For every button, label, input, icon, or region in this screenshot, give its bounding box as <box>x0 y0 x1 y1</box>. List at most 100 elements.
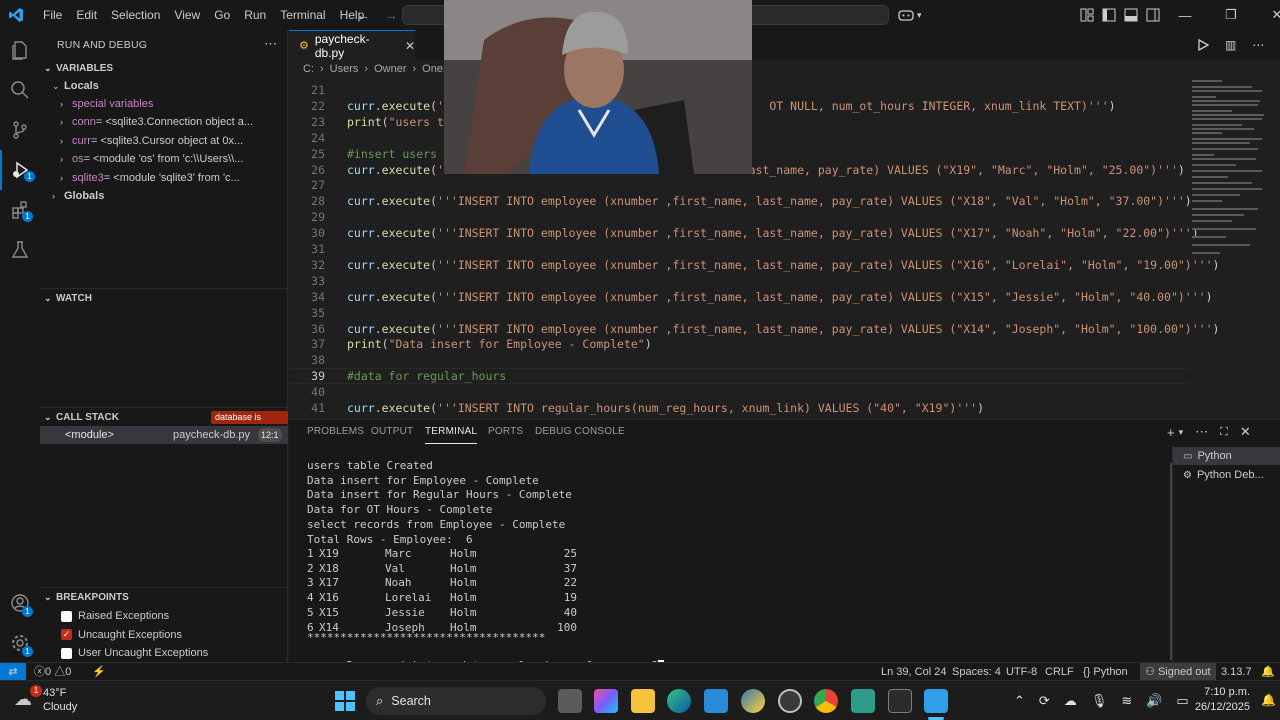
menu-terminal[interactable]: Terminal <box>273 0 332 30</box>
menu-selection[interactable]: Selection <box>104 0 167 30</box>
wifi-icon[interactable]: ≋ <box>1121 693 1132 709</box>
end-of-line[interactable]: CRLF <box>1045 663 1074 681</box>
taskbar-search[interactable]: ⌕ Search <box>366 687 546 715</box>
notification-center-icon[interactable]: 🔔 <box>1261 693 1276 707</box>
manage-gear-icon[interactable]: 1 <box>0 623 40 663</box>
menu-go[interactable]: Go <box>207 0 237 30</box>
more-actions-icon[interactable]: ⋯ <box>264 36 277 52</box>
breadcrumb-item[interactable]: Users <box>330 63 359 75</box>
testing-icon[interactable] <box>0 230 40 270</box>
breakpoint-checkbox[interactable]: ✓ <box>61 629 72 640</box>
terminal-instance[interactable]: ⚙ Python Deb... <box>1173 466 1280 484</box>
panel-tab-ports[interactable]: PORTS <box>488 420 523 444</box>
breakpoint-checkbox[interactable] <box>61 647 72 659</box>
new-terminal-icon[interactable]: + <box>1167 425 1175 440</box>
copilot-app-icon[interactable] <box>594 689 618 713</box>
encoding[interactable]: UTF-8 <box>1006 663 1037 681</box>
tab-paycheck-db[interactable]: ⚙ paycheck-db.py ✕ <box>289 30 415 60</box>
python-app-icon[interactable] <box>741 689 765 713</box>
sync-icon[interactable]: ⟳ <box>1039 693 1050 709</box>
globals-scope[interactable]: › Globals <box>40 187 288 205</box>
variable-row[interactable]: › sqlite3 = <module 'sqlite3' from 'c... <box>40 169 288 187</box>
close-panel-icon[interactable]: ✕ <box>1240 424 1251 440</box>
language-mode[interactable]: {} Python <box>1083 663 1128 681</box>
menu-view[interactable]: View <box>167 0 207 30</box>
menu-edit[interactable]: Edit <box>69 0 104 30</box>
toggle-sidebar-icon[interactable] <box>1102 8 1116 22</box>
breakpoint-row[interactable]: Raised Exceptions <box>40 607 288 625</box>
remote-indicator-icon[interactable]: ⇄ <box>0 663 26 681</box>
panel-tab-output[interactable]: OUTPUT <box>371 420 413 444</box>
accounts-icon[interactable]: 1 <box>0 583 40 623</box>
file-explorer-icon[interactable] <box>631 689 655 713</box>
weather-widget[interactable]: ☁ 1 43°F Cloudy <box>12 685 102 717</box>
breakpoints-section-header[interactable]: ⌄ BREAKPOINTS <box>40 587 288 607</box>
panel-tab-debug-console[interactable]: DEBUG CONSOLE <box>535 420 625 444</box>
store-icon[interactable] <box>704 689 728 713</box>
breakpoint-checkbox[interactable] <box>61 610 72 622</box>
edge-browser-icon[interactable] <box>667 689 691 713</box>
terminal-instance[interactable]: ▭ Python <box>1173 447 1280 465</box>
microphone-icon[interactable]: 🎙 <box>1091 693 1108 709</box>
copilot-icon[interactable]: ▾ <box>898 0 922 30</box>
breadcrumb-item[interactable]: C: <box>303 63 314 75</box>
clock[interactable]: 7:10 p.m. 26/12/2025 <box>1190 685 1250 715</box>
call-stack-section-header[interactable]: ⌄ CALL STACK database is locked <box>40 407 288 435</box>
variable-row[interactable]: › curr = <sqlite3.Cursor object at 0x... <box>40 132 288 150</box>
notifications-bell-icon[interactable]: 🔔 <box>1261 663 1275 681</box>
close-tab-icon[interactable]: ✕ <box>405 39 415 53</box>
menu-run[interactable]: Run <box>237 0 273 30</box>
indentation[interactable]: Spaces: 4 <box>952 663 1001 681</box>
settings-app-icon[interactable] <box>778 689 802 713</box>
editor-more-icon[interactable]: ⋯ <box>1252 38 1264 52</box>
notepad-icon[interactable] <box>851 689 875 713</box>
terminal-app-icon[interactable] <box>888 689 912 713</box>
customize-layout-icon[interactable] <box>1080 8 1094 22</box>
chrome-browser-icon[interactable] <box>814 689 838 713</box>
toggle-panel-icon[interactable] <box>1124 8 1138 22</box>
locals-scope[interactable]: ⌄ Locals <box>40 77 288 95</box>
problems-indicator[interactable]: ⓧ0 △0 <box>34 663 71 681</box>
cloud-icon[interactable]: ☁ <box>1064 693 1077 709</box>
variables-section-header[interactable]: ⌄ VARIABLES <box>40 58 288 78</box>
cursor-position[interactable]: Ln 39, Col 24 <box>881 663 946 681</box>
panel-tab-terminal[interactable]: TERMINAL <box>425 420 478 444</box>
explorer-icon[interactable] <box>0 30 40 70</box>
source-control-icon[interactable] <box>0 110 40 150</box>
breakpoint-row[interactable]: User Uncaught Exceptions <box>40 644 288 662</box>
breakpoint-row[interactable]: ✓ Uncaught Exceptions <box>40 626 288 644</box>
panel-tab-problems[interactable]: PROBLEMS <box>307 420 364 444</box>
terminal-output[interactable]: users table Created Data insert for Emplo… <box>289 445 1178 673</box>
vscode-app-icon[interactable] <box>924 689 948 713</box>
run-file-icon[interactable] <box>1197 39 1209 51</box>
variable-row[interactable]: › os = <module 'os' from 'c:\\Users\\... <box>40 150 288 168</box>
minimap[interactable] <box>1190 78 1270 268</box>
show-hidden-icons-chevron-icon[interactable]: ⌃ <box>1014 693 1025 709</box>
search-icon[interactable] <box>0 70 40 110</box>
forward-arrow-icon[interactable]: → <box>384 7 398 23</box>
extensions-icon[interactable]: 1 <box>0 190 40 230</box>
watch-section-header[interactable]: ⌄ WATCH <box>40 288 288 308</box>
code-editor[interactable]: 21 22 curr.execute(''' OT NULL, num_ot_hou… <box>289 78 1280 416</box>
account-status[interactable]: ⚇ Signed out <box>1140 663 1216 681</box>
back-arrow-icon[interactable]: ← <box>356 7 370 23</box>
split-editor-icon[interactable]: ▥ <box>1225 38 1236 52</box>
volume-icon[interactable]: 🔊 <box>1146 693 1162 709</box>
restore-icon[interactable]: ❐ <box>1208 7 1254 23</box>
variable-row[interactable]: › special variables <box>40 95 288 113</box>
debug-status-icon[interactable]: ⚡ <box>92 663 106 681</box>
terminal-dropdown-icon[interactable]: ▾ <box>1179 427 1184 438</box>
python-version[interactable]: 3.13.7 <box>1221 663 1252 681</box>
close-icon[interactable]: ✕ <box>1254 7 1280 23</box>
panel-more-icon[interactable]: ⋯ <box>1195 424 1208 440</box>
maximize-panel-icon[interactable]: ⛶ <box>1220 426 1228 439</box>
start-button-icon[interactable] <box>335 691 355 711</box>
breadcrumb-item[interactable]: Owner <box>374 63 406 75</box>
battery-icon[interactable]: ▭ <box>1176 693 1188 709</box>
variable-row[interactable]: › conn = <sqlite3.Connection object a... <box>40 113 288 131</box>
call-stack-frame[interactable]: <module> paycheck-db.py 12:1 <box>40 426 288 444</box>
menu-file[interactable]: File <box>36 0 69 30</box>
minimize-icon[interactable]: — <box>1162 8 1208 23</box>
toggle-secondary-sidebar-icon[interactable] <box>1146 8 1160 22</box>
task-view-icon[interactable] <box>558 689 582 713</box>
